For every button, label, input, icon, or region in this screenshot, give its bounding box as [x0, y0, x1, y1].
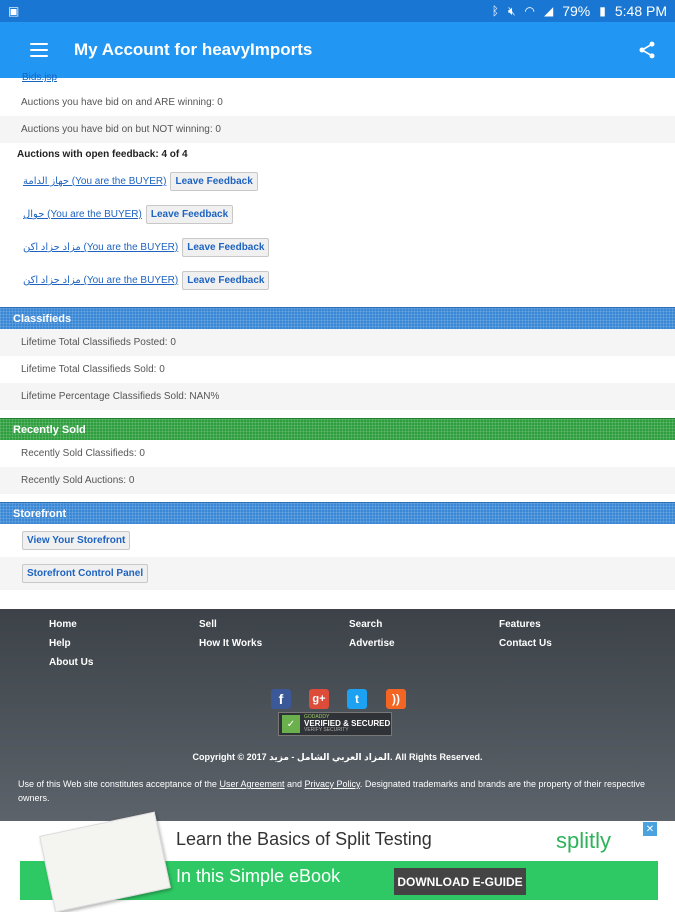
ad-subtitle: In this Simple eBook [176, 866, 341, 886]
google-plus-icon[interactable]: g+ [309, 689, 329, 709]
signal-icon: ◢ [543, 4, 554, 18]
feedback-item: مزاد جزاد اكن (You are the BUYER) Leave … [0, 231, 675, 264]
footer-link-how-it-works[interactable]: How It Works [199, 638, 349, 649]
leave-feedback-button[interactable]: Leave Feedback [170, 172, 258, 191]
recently-sold-auctions: Recently Sold Auctions: 0 [0, 467, 675, 494]
feedback-item: جهاز الدامة (You are the BUYER) Leave Fe… [0, 165, 675, 198]
download-eguide-button[interactable]: DOWNLOAD E-GUIDE [394, 868, 526, 895]
auction-link[interactable]: جهاز الدامة (You are the BUYER) [23, 176, 166, 187]
footer-link-features[interactable]: Features [499, 619, 649, 630]
classifieds-heading: Classifieds [0, 307, 675, 329]
auction-link[interactable]: مزاد جزاد اكن (You are the BUYER) [23, 242, 178, 253]
footer-link-advertise[interactable]: Advertise [349, 638, 499, 649]
shield-icon: ✓ [282, 715, 300, 733]
footer-link-contact-us[interactable]: Contact Us [499, 638, 649, 649]
footer-nav: Home Sell Search Features Help How It Wo… [49, 619, 649, 668]
auction-link[interactable]: جوال (You are the BUYER) [23, 209, 142, 220]
mute-icon: 🔇︎ [507, 4, 516, 18]
bluetooth-icon: ᛒ [491, 4, 499, 18]
recently-sold-classifieds: Recently Sold Classifieds: 0 [21, 448, 145, 459]
hamburger-menu-icon[interactable] [30, 43, 48, 57]
classifieds-posted: Lifetime Total Classifieds Posted: 0 [0, 329, 675, 356]
bids-link[interactable]: Bids.jsp [22, 72, 57, 83]
battery-percentage: 79% [562, 3, 591, 19]
leave-feedback-button[interactable]: Leave Feedback [182, 238, 270, 257]
account-content: Bids.jsp Auctions you have bid on and AR… [0, 72, 675, 590]
auctions-winning: Auctions you have bid on and ARE winning… [21, 97, 223, 108]
app-bar: My Account for heavyImports [0, 22, 675, 78]
terms-text: Use of this Web site constitutes accepta… [18, 779, 646, 803]
footer-link-about-us[interactable]: About Us [49, 657, 199, 668]
status-bar: ▣ ᛒ 🔇︎ ◠ ◢ 79% ▮ 5:48 PM [0, 0, 675, 22]
splitly-logo: splitly [556, 828, 612, 853]
leave-feedback-button[interactable]: Leave Feedback [182, 271, 270, 290]
share-icon[interactable] [637, 40, 657, 60]
clock: 5:48 PM [614, 3, 667, 19]
classifieds-percentage: Lifetime Percentage Classifieds Sold: NA… [0, 383, 675, 410]
footer-link-help[interactable]: Help [49, 638, 199, 649]
recently-sold-heading: Recently Sold [0, 418, 675, 440]
footer-link-search[interactable]: Search [349, 619, 499, 630]
storefront-heading: Storefront [0, 502, 675, 524]
auctions-not-winning: Auctions you have bid on but NOT winning… [0, 116, 675, 143]
storefront-control-row: Storefront Control Panel [0, 557, 675, 590]
open-feedback-heading: Auctions with open feedback: 4 of 4 [17, 148, 188, 160]
feedback-item: مزاد جزاد اكن (You are the BUYER) Leave … [0, 264, 675, 297]
copyright-text: Copyright © 2017 المزاد العربي الشامل - … [192, 752, 483, 762]
user-agreement-link[interactable]: User Agreement [219, 779, 284, 789]
footer-link-sell[interactable]: Sell [199, 619, 349, 630]
classifieds-sold: Lifetime Total Classifieds Sold: 0 [21, 364, 165, 375]
gallery-notification-icon: ▣ [8, 4, 20, 18]
leave-feedback-button[interactable]: Leave Feedback [145, 205, 234, 224]
storefront-view-row: View Your Storefront [0, 524, 675, 557]
footer-link-home[interactable]: Home [49, 619, 199, 630]
ad-title: Learn the Basics of Split Testing [176, 829, 432, 849]
ad-close-icon[interactable]: ✕ [643, 822, 657, 836]
feedback-item: جوال (You are the BUYER) Leave Feedback [0, 198, 675, 231]
facebook-icon[interactable]: f [271, 689, 291, 709]
twitter-icon[interactable]: t [347, 689, 367, 709]
page-title: My Account for heavyImports [74, 40, 313, 59]
storefront-control-panel-button[interactable]: Storefront Control Panel [22, 564, 149, 583]
verified-secured-badge[interactable]: ✓ GODADDY VERIFIED & SECURED VERIFY SECU… [278, 712, 392, 736]
rss-icon[interactable]: )) [386, 689, 406, 709]
battery-icon: ▮ [599, 4, 606, 18]
auction-link[interactable]: مزاد جزاد اكن (You are the BUYER) [23, 275, 178, 286]
wifi-icon: ◠ [524, 4, 535, 18]
view-storefront-button[interactable]: View Your Storefront [22, 531, 131, 550]
privacy-policy-link[interactable]: Privacy Policy [305, 779, 360, 789]
